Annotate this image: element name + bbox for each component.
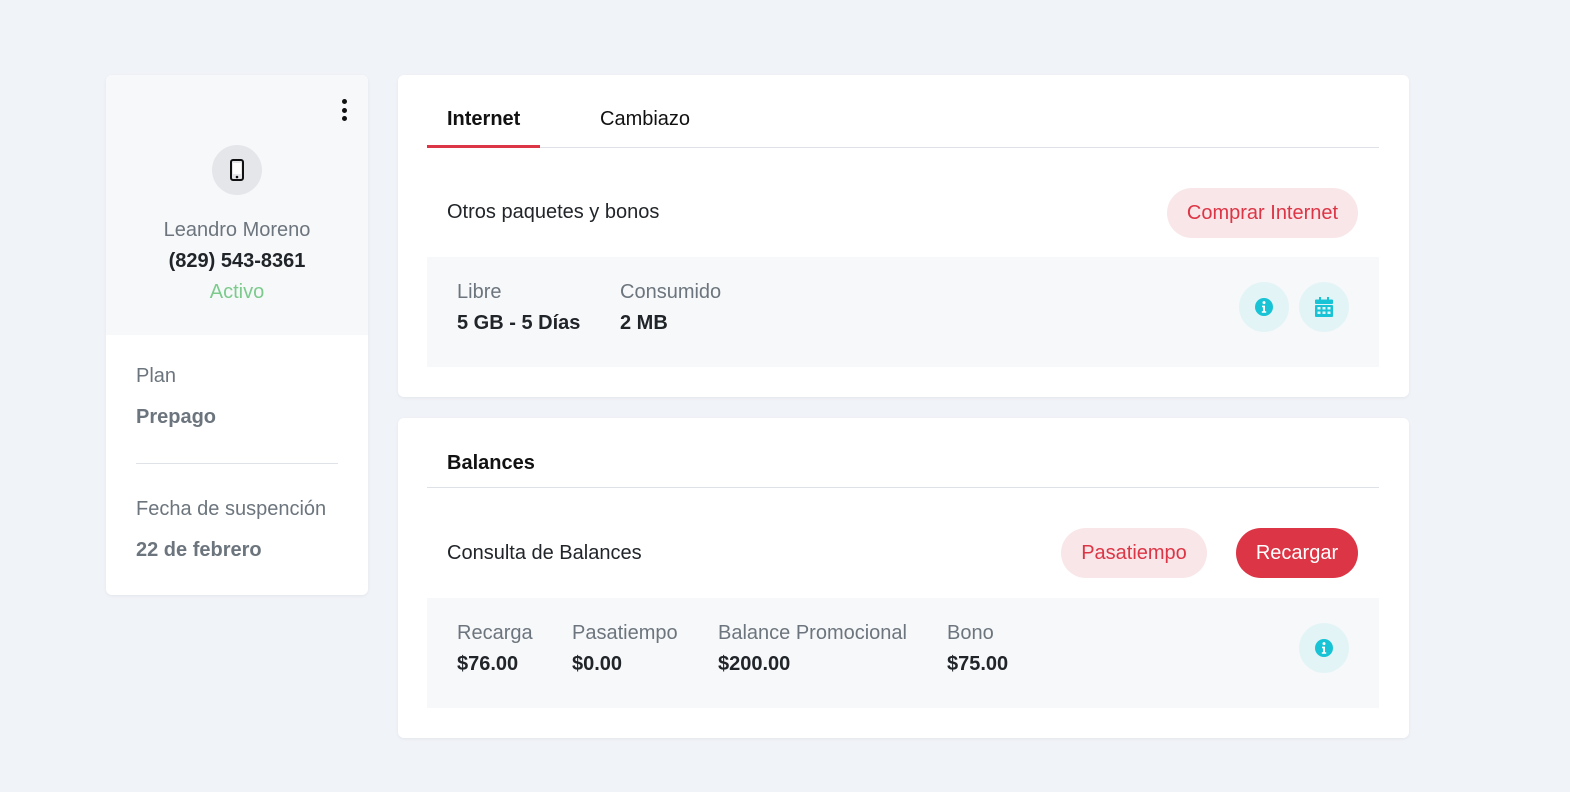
- active-tab-indicator: [427, 145, 540, 148]
- balances-query-label: Consulta de Balances: [447, 542, 642, 564]
- calendar-icon: [1315, 297, 1333, 317]
- stat-pasatiempo-label: Pasatiempo: [572, 622, 678, 644]
- stat-free-label: Libre: [457, 281, 502, 303]
- buy-internet-button[interactable]: Comprar Internet: [1167, 188, 1358, 238]
- stat-pasatiempo-value: $0.00: [572, 653, 623, 675]
- plan-label: Plan: [136, 365, 177, 387]
- balances-header: Balances: [427, 418, 1379, 488]
- stat-free-value: 5 GB - 5 Días: [457, 312, 581, 334]
- kebab-menu-icon[interactable]: [338, 99, 350, 121]
- tab-cambiazo[interactable]: Cambiazo: [600, 108, 690, 131]
- profile-details: Plan Prepago Fecha de suspención 22 de f…: [106, 335, 368, 562]
- avatar: [212, 145, 262, 195]
- tab-internet-label: Internet: [447, 108, 521, 130]
- stat-recarga-label: Recarga: [457, 622, 533, 644]
- balances-card: Balances Consulta de Balances Pasatiempo…: [398, 418, 1409, 738]
- stat-free: Libre 5 GB - 5 Días: [457, 281, 580, 335]
- pasatiempo-button[interactable]: Pasatiempo: [1061, 528, 1207, 578]
- mobile-phone-icon: [230, 159, 244, 181]
- internet-usage-panel: Libre 5 GB - 5 Días Consumido 2 MB: [427, 257, 1379, 367]
- packages-label: Otros paquetes y bonos: [447, 201, 660, 223]
- stat-bono: Bono $75.00: [947, 622, 1008, 676]
- internet-calendar-button[interactable]: [1299, 282, 1349, 332]
- stat-promo-value: $200.00: [718, 653, 791, 675]
- stat-recarga: Recarga $76.00: [457, 622, 533, 676]
- stat-promo-label: Balance Promocional: [718, 622, 907, 644]
- stat-promo: Balance Promocional $200.00: [718, 622, 907, 676]
- stat-bono-value: $75.00: [947, 653, 1009, 675]
- stat-pasatiempo: Pasatiempo $0.00: [572, 622, 678, 676]
- balances-title: Balances: [447, 452, 535, 474]
- internet-info-button[interactable]: [1239, 282, 1289, 332]
- profile-phone: (829) 543-8361: [168, 250, 306, 272]
- profile-card: Leandro Moreno (829) 543-8361 Activo Pla…: [106, 75, 368, 595]
- stat-consumed-label: Consumido: [620, 281, 722, 303]
- divider: [136, 463, 338, 464]
- info-icon: [1315, 639, 1333, 657]
- tab-internet[interactable]: Internet: [427, 108, 540, 131]
- info-icon: [1255, 298, 1273, 316]
- stat-consumed-value: 2 MB: [620, 312, 668, 334]
- tab-bar: Internet Cambiazo: [427, 75, 1379, 148]
- suspension-label: Fecha de suspención: [136, 498, 327, 520]
- status-badge: Activo: [209, 281, 265, 303]
- stat-consumed: Consumido 2 MB: [620, 281, 721, 335]
- balances-panel: Recarga $76.00 Pasatiempo $0.00 Balance …: [427, 598, 1379, 708]
- recargar-button[interactable]: Recargar: [1236, 528, 1358, 578]
- suspension-value: 22 de febrero: [136, 539, 262, 561]
- stat-recarga-value: $76.00: [457, 653, 519, 675]
- profile-header: Leandro Moreno (829) 543-8361 Activo: [106, 75, 368, 335]
- plan-value: Prepago: [136, 406, 217, 428]
- internet-card: Internet Cambiazo Otros paquetes y bonos…: [398, 75, 1409, 397]
- profile-name: Leandro Moreno: [163, 219, 311, 241]
- balances-info-button[interactable]: [1299, 623, 1349, 673]
- stat-bono-label: Bono: [947, 622, 994, 644]
